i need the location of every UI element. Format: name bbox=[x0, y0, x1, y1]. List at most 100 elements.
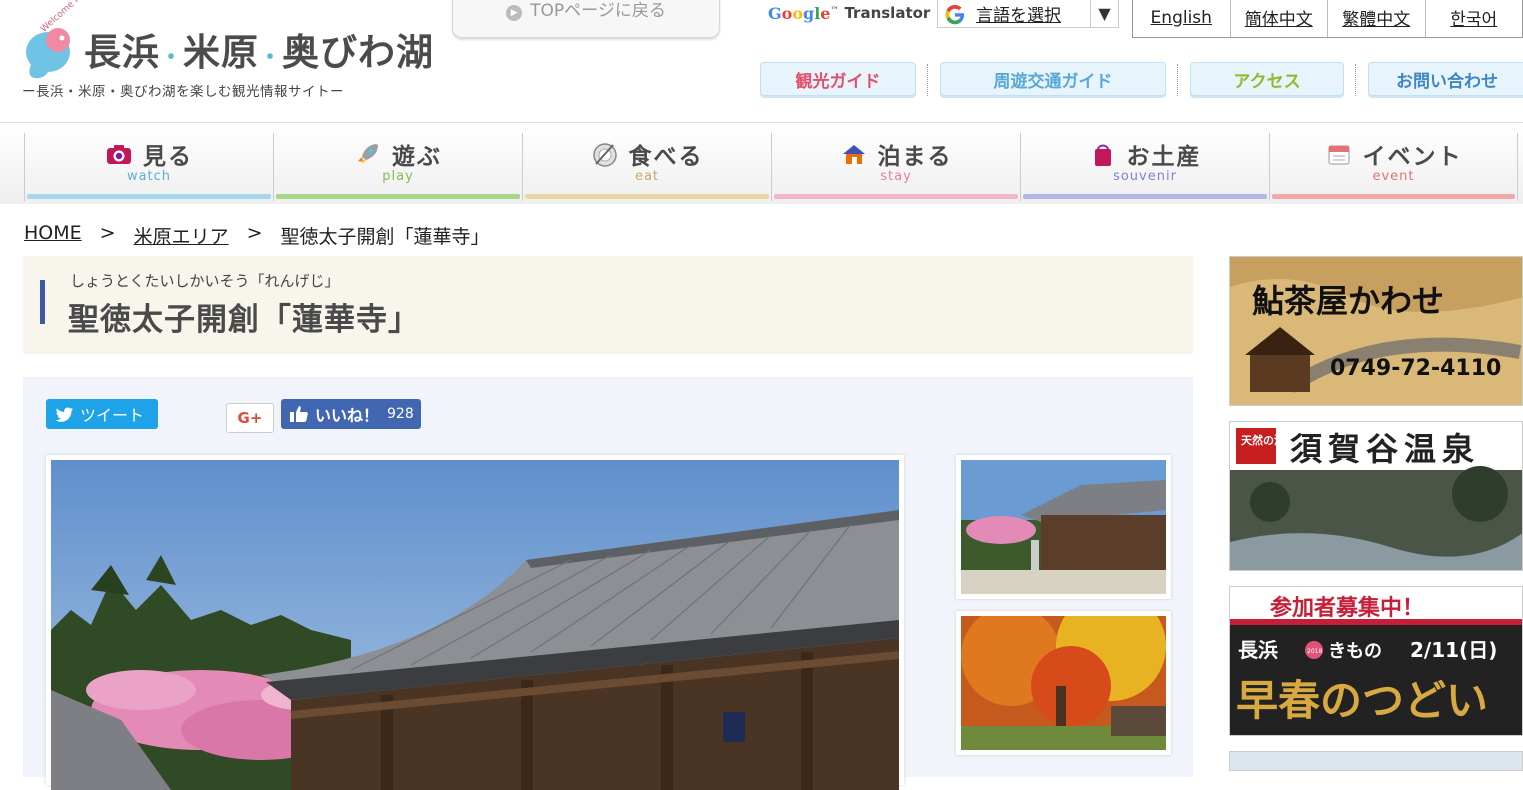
nav-sublabel: watch bbox=[126, 169, 172, 184]
page-title: 聖徳太子開創「蓮華寺」 bbox=[68, 302, 420, 338]
lang-english-link[interactable]: English bbox=[1133, 0, 1230, 37]
like-label: いいね！ bbox=[315, 406, 380, 425]
banner-header: 参加者募集中！ bbox=[1270, 595, 1424, 621]
temple-autumn-thumbnail bbox=[961, 616, 1166, 750]
google-plus-icon: G+ bbox=[237, 409, 263, 427]
nav-item-eat[interactable]: 食べる eat bbox=[522, 133, 771, 201]
banner-title: 早春のつどい bbox=[1236, 676, 1488, 725]
logo-mascot-icon bbox=[26, 28, 70, 79]
banner-line1b: きもの bbox=[1328, 641, 1382, 662]
tourism-guide-label: 観光ガイド bbox=[795, 71, 881, 92]
access-label: アクセス bbox=[1233, 71, 1301, 92]
nav-item-event[interactable]: イベント event bbox=[1269, 133, 1518, 201]
breadcrumb-home-link[interactable]: HOME bbox=[24, 222, 82, 249]
nav-label: 泊まる bbox=[877, 144, 953, 170]
nav-sublabel: event bbox=[1372, 169, 1415, 184]
rocket-icon bbox=[358, 144, 378, 164]
nav-color-bar bbox=[27, 194, 271, 199]
lang-korean-link[interactable]: 한국어 bbox=[1424, 0, 1523, 37]
nav-item-watch[interactable]: 見る watch bbox=[24, 133, 273, 201]
contact-button[interactable]: お問い合わせ bbox=[1368, 62, 1523, 96]
logo-title: 長浜・米原・奥びわ湖 bbox=[84, 30, 435, 74]
temple-spring-thumbnail bbox=[961, 460, 1166, 594]
thumbnail-autumn[interactable] bbox=[956, 611, 1171, 755]
access-button[interactable]: アクセス bbox=[1190, 62, 1344, 96]
sugatani-onsen-banner-image: 天然の湯 須賀谷温泉 bbox=[1230, 422, 1522, 570]
banner-date: 2/11(日) bbox=[1410, 638, 1497, 662]
nav-item-play[interactable]: 遊ぶ play bbox=[273, 133, 522, 201]
ayuchaya-kawase-banner-image: 鮎茶屋かわせ 0749-72-4110 bbox=[1230, 257, 1522, 405]
arrow-circle-icon: ▶ bbox=[506, 5, 523, 21]
nav-label: 遊ぶ bbox=[392, 144, 442, 170]
page-title-band: しょうとくたいしかいそう「れんげじ」 聖徳太子開創「蓮華寺」 bbox=[23, 256, 1193, 354]
translator-label: Translator bbox=[844, 4, 931, 22]
nav-item-souvenir[interactable]: お土産 souvenir bbox=[1020, 133, 1269, 201]
banner-year-badge: 2018 bbox=[1307, 648, 1322, 655]
language-select-label: 言語を選択 bbox=[976, 5, 1061, 26]
page-title-reading: しょうとくたいしかいそう「れんげじ」 bbox=[70, 272, 340, 290]
transport-guide-label: 周遊交通ガイド bbox=[993, 71, 1113, 92]
tourism-guide-button[interactable]: 観光ガイド bbox=[760, 62, 916, 96]
nav-color-bar bbox=[525, 194, 769, 199]
kimono-event-banner[interactable]: 参加者募集中！ 長浜 2018 きもの 2/11(日) 早春のつどい bbox=[1229, 586, 1523, 736]
dish-icon bbox=[592, 143, 617, 167]
facebook-like-button[interactable]: いいね！ 928 bbox=[281, 399, 421, 429]
lang-simplified-chinese-link[interactable]: 簡体中文 bbox=[1229, 0, 1328, 37]
nav-label: 食べる bbox=[628, 144, 704, 170]
main-photo[interactable] bbox=[46, 455, 904, 790]
transport-guide-button[interactable]: 周遊交通ガイド bbox=[940, 62, 1166, 96]
subnav-divider bbox=[916, 62, 940, 98]
breadcrumb-current: 聖徳太子開創「蓮華寺」 bbox=[280, 226, 490, 248]
google-logo-text: Google™ bbox=[768, 3, 839, 23]
nav-sublabel: eat bbox=[634, 169, 660, 184]
sugatani-onsen-banner[interactable]: 天然の湯 須賀谷温泉 bbox=[1229, 421, 1523, 571]
google-plus-button[interactable]: G+ bbox=[226, 403, 274, 433]
thumbs-up-icon bbox=[290, 406, 308, 422]
banner-title: 須賀谷温泉 bbox=[1290, 430, 1480, 468]
subnav-divider bbox=[1166, 62, 1190, 98]
site-header: Welcome Here 長浜・米原・奥びわ湖 ー長浜・米原・奥びわ湖を楽しむ観… bbox=[0, 0, 1523, 122]
content-panel: ツイート G+ いいね！ 928 bbox=[23, 377, 1193, 790]
ayuchaya-kawase-banner[interactable]: 鮎茶屋かわせ 0749-72-4110 bbox=[1229, 256, 1523, 406]
nav-color-bar bbox=[1023, 194, 1267, 199]
twitter-bird-icon bbox=[56, 406, 73, 422]
banner-title: 鮎茶屋かわせ bbox=[1252, 282, 1444, 320]
language-select-dropdown[interactable]: 言語を選択 ▼ bbox=[937, 0, 1119, 28]
breadcrumb-separator: > bbox=[99, 222, 116, 244]
language-links: English 簡体中文 繁體中文 한국어 bbox=[1132, 0, 1523, 38]
top-back-label: TOPページに戻る bbox=[530, 1, 666, 21]
dropdown-arrow-icon: ▼ bbox=[1090, 0, 1118, 27]
site-logo[interactable]: Welcome Here 長浜・米原・奥びわ湖 ー長浜・米原・奥びわ湖を楽しむ観… bbox=[22, 0, 435, 104]
nav-color-bar bbox=[276, 194, 520, 199]
like-count: 928 bbox=[387, 406, 414, 422]
nav-item-stay[interactable]: 泊まる stay bbox=[771, 133, 1020, 201]
nav-label: 見る bbox=[143, 144, 193, 170]
nav-label: イベント bbox=[1362, 144, 1463, 170]
next-banner[interactable] bbox=[1229, 751, 1523, 771]
subnav-divider bbox=[1344, 62, 1368, 98]
nav-sublabel: souvenir bbox=[1113, 169, 1177, 184]
logo-subtitle: ー長浜・米原・奥びわ湖を楽しむ観光情報サイトー bbox=[22, 84, 344, 100]
thumbnail-spring[interactable] bbox=[956, 455, 1171, 599]
tweet-label: ツイート bbox=[80, 406, 145, 425]
contact-label: お問い合わせ bbox=[1396, 71, 1498, 92]
camera-icon bbox=[107, 145, 131, 164]
banner-phone: 0749-72-4110 bbox=[1330, 356, 1501, 381]
sub-navigation: 観光ガイド 周遊交通ガイド アクセス お問い合わせ bbox=[760, 62, 1523, 98]
google-g-icon bbox=[945, 5, 965, 25]
title-accent-bar bbox=[40, 280, 45, 324]
top-page-back-button[interactable]: ▶ TOPページに戻る bbox=[452, 0, 720, 38]
main-navigation: 見る watch 遊ぶ play 食べる eat 泊まる stay お土産 so… bbox=[0, 122, 1523, 204]
lang-traditional-chinese-link[interactable]: 繁體中文 bbox=[1327, 0, 1425, 37]
house-icon bbox=[842, 145, 865, 164]
google-translator-brand: Google™ Translator bbox=[768, 0, 930, 26]
tweet-button[interactable]: ツイート bbox=[46, 399, 158, 429]
nav-sublabel: stay bbox=[880, 169, 912, 184]
breadcrumb-area-link[interactable]: 米原エリア bbox=[134, 222, 229, 249]
bag-icon bbox=[1094, 144, 1111, 166]
nav-color-bar bbox=[774, 194, 1018, 199]
breadcrumb: HOME > 米原エリア > 聖徳太子開創「蓮華寺」 bbox=[24, 222, 490, 249]
banner-badge: 天然の湯 bbox=[1241, 433, 1285, 447]
temple-main-photo bbox=[51, 460, 899, 790]
banner-line1: 長浜 bbox=[1238, 638, 1278, 662]
